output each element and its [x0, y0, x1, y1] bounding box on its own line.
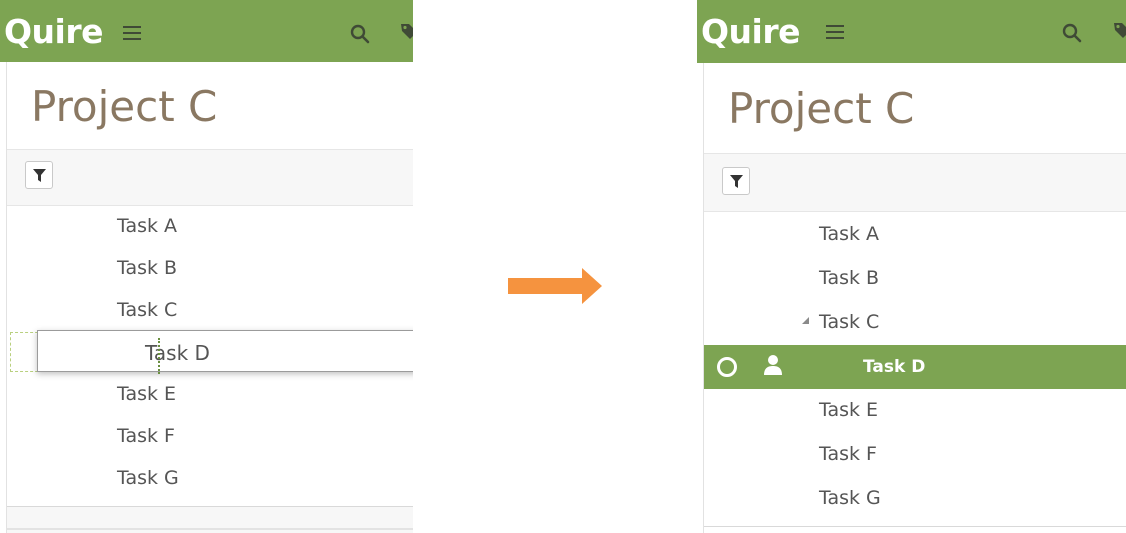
- task-label: Task G: [819, 487, 881, 509]
- expand-triangle-icon[interactable]: [802, 317, 809, 324]
- selected-task-row[interactable]: Task D: [704, 345, 1126, 389]
- task-row[interactable]: Task E: [704, 389, 1126, 433]
- project-title: Project C: [31, 82, 218, 131]
- task-label: Task C: [117, 299, 178, 321]
- check-circle-icon[interactable]: [717, 357, 737, 377]
- before-panel: Quire Project C Task A Task B Task C Tas…: [0, 0, 413, 533]
- filter-icon: [730, 175, 743, 188]
- task-row[interactable]: Task E: [7, 375, 413, 417]
- hamburger-menu-icon[interactable]: [826, 25, 844, 39]
- task-label: Task E: [117, 383, 177, 405]
- tag-icon[interactable]: [400, 22, 413, 40]
- task-label: Task F: [819, 443, 877, 465]
- app-logo[interactable]: Quire: [701, 12, 801, 51]
- filter-icon: [33, 169, 46, 182]
- task-row[interactable]: Task B: [704, 257, 1126, 301]
- task-row[interactable]: Task A: [704, 213, 1126, 257]
- project-content: Project C Task A Task B Task C Task D Ta…: [6, 62, 413, 533]
- task-row[interactable]: Task B: [7, 249, 413, 291]
- task-row[interactable]: Task G: [704, 477, 1126, 521]
- top-bar: Quire: [0, 0, 413, 62]
- tag-icon[interactable]: [1113, 21, 1126, 39]
- task-label: Task D: [145, 341, 210, 365]
- app-logo[interactable]: Quire: [4, 12, 104, 51]
- after-panel: Quire Project C Task A Task B Task C Tas…: [697, 0, 1126, 533]
- filter-button[interactable]: [25, 161, 53, 189]
- task-row[interactable]: Task F: [704, 433, 1126, 477]
- search-icon[interactable]: [1062, 23, 1082, 43]
- person-icon[interactable]: [763, 354, 783, 376]
- hamburger-menu-icon[interactable]: [123, 26, 141, 40]
- task-row[interactable]: Task F: [7, 417, 413, 459]
- task-label: Task C: [819, 311, 880, 333]
- toolbar: [7, 149, 413, 206]
- task-label: Task G: [117, 467, 179, 489]
- task-row[interactable]: Task C: [7, 291, 413, 333]
- drag-cursor: [158, 338, 162, 374]
- task-label: Task A: [117, 215, 178, 237]
- task-label: Task B: [117, 257, 178, 279]
- footer-divider: [7, 528, 413, 530]
- dragged-task-row[interactable]: Task D: [37, 330, 413, 372]
- task-label: Task A: [819, 223, 880, 245]
- task-row[interactable]: Task C: [704, 301, 1126, 345]
- task-row[interactable]: Task G: [7, 459, 413, 501]
- list-divider: [704, 526, 1126, 527]
- task-label: Task E: [819, 399, 879, 421]
- filter-button[interactable]: [722, 167, 750, 195]
- task-label: Task D: [863, 357, 926, 377]
- top-bar: Quire: [697, 0, 1126, 63]
- project-content: Project C Task A Task B Task C Task D Ta…: [703, 63, 1126, 533]
- search-icon[interactable]: [350, 24, 370, 44]
- project-title: Project C: [728, 84, 915, 133]
- task-label: Task F: [117, 425, 175, 447]
- task-row[interactable]: Task A: [7, 207, 413, 249]
- task-label: Task B: [819, 267, 880, 289]
- toolbar: [704, 153, 1126, 212]
- right-arrow-icon: [508, 268, 602, 304]
